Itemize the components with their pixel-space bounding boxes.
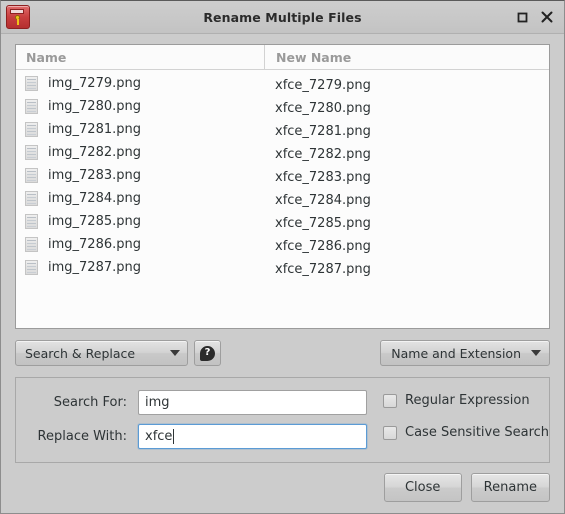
file-thumbnail-icon: [25, 168, 38, 183]
rename-multiple-files-window: Rename Multiple Files Name New Name img_…: [0, 0, 565, 514]
new-file-name-text: xfce_7287.png: [275, 262, 371, 277]
cell-new-name: xfce_7285.png: [264, 212, 549, 231]
rename-files-icon: [6, 5, 30, 29]
help-button[interactable]: ?: [194, 340, 221, 366]
cell-new-name: xfce_7280.png: [264, 97, 549, 116]
file-list-rows: img_7279.png xfce_7279.png img_7280.png xfc…: [16, 70, 549, 328]
cell-name: img_7285.png: [16, 214, 264, 229]
column-header-new-name[interactable]: New Name: [264, 45, 549, 69]
icon-key-stem-shape: [17, 19, 19, 25]
rename-scope-value: Name and Extension: [391, 345, 521, 361]
close-icon[interactable]: [540, 10, 554, 24]
window-title: Rename Multiple Files: [203, 9, 362, 25]
chevron-down-icon: [531, 350, 541, 356]
new-file-name-text: xfce_7286.png: [275, 239, 371, 254]
file-name-text: img_7280.png: [48, 99, 141, 114]
file-list[interactable]: Name New Name img_7279.png xfce_7279.png i…: [15, 44, 550, 329]
file-name-text: img_7282.png: [48, 145, 141, 160]
case-sensitive-search-checkbox[interactable]: Case Sensitive Search: [383, 425, 549, 440]
question-mark-icon: ?: [200, 345, 215, 361]
table-row[interactable]: img_7283.png xfce_7283.png: [16, 164, 549, 187]
cell-name: img_7281.png: [16, 122, 264, 137]
file-thumbnail-icon: [25, 76, 38, 91]
regular-expression-checkbox[interactable]: Regular Expression: [383, 393, 549, 408]
search-for-label: Search For:: [53, 395, 127, 410]
replace-with-row: Replace With: xfce: [28, 424, 367, 449]
table-row[interactable]: img_7282.png xfce_7282.png: [16, 141, 549, 164]
replace-with-input[interactable]: xfce: [138, 424, 367, 449]
file-name-text: img_7285.png: [48, 214, 141, 229]
cell-new-name: xfce_7279.png: [264, 74, 549, 93]
table-row[interactable]: img_7287.png xfce_7287.png: [16, 256, 549, 279]
titlebar: Rename Multiple Files: [1, 1, 564, 34]
replace-with-value: xfce: [145, 429, 173, 444]
file-name-text: img_7284.png: [48, 191, 141, 206]
search-for-row: Search For: img: [28, 390, 367, 415]
regular-expression-label: Regular Expression: [405, 393, 530, 408]
file-thumbnail-icon: [25, 260, 38, 275]
search-replace-group: Search For: img Replace With: xfce Regul…: [15, 377, 550, 463]
table-row[interactable]: img_7284.png xfce_7284.png: [16, 187, 549, 210]
close-button[interactable]: Close: [383, 473, 462, 502]
cell-new-name: xfce_7286.png: [264, 235, 549, 254]
search-for-input[interactable]: img: [138, 390, 367, 415]
icon-bar-shape: [10, 9, 24, 14]
maximize-icon[interactable]: [515, 10, 529, 24]
table-row[interactable]: img_7280.png xfce_7280.png: [16, 95, 549, 118]
file-thumbnail-icon: [25, 214, 38, 229]
cell-new-name: xfce_7282.png: [264, 143, 549, 162]
checkbox-icon: [383, 425, 397, 440]
search-replace-checkboxes: Regular Expression Case Sensitive Search: [383, 390, 549, 449]
cell-name: img_7279.png: [16, 76, 264, 91]
table-row[interactable]: img_7285.png xfce_7285.png: [16, 210, 549, 233]
cell-new-name: xfce_7287.png: [264, 258, 549, 277]
file-thumbnail-icon: [25, 237, 38, 252]
file-name-text: img_7286.png: [48, 237, 141, 252]
new-file-name-text: xfce_7284.png: [275, 193, 371, 208]
cell-name: img_7284.png: [16, 191, 264, 206]
file-name-text: img_7279.png: [48, 76, 141, 91]
new-file-name-text: xfce_7282.png: [275, 147, 371, 162]
cell-name: img_7286.png: [16, 237, 264, 252]
replace-with-label: Replace With:: [37, 429, 127, 444]
case-sensitive-search-label: Case Sensitive Search: [405, 425, 550, 440]
cell-new-name: xfce_7281.png: [264, 120, 549, 139]
table-row[interactable]: img_7281.png xfce_7281.png: [16, 118, 549, 141]
text-cursor: [173, 429, 175, 444]
file-thumbnail-icon: [25, 99, 38, 114]
new-file-name-text: xfce_7279.png: [275, 78, 371, 93]
chevron-down-icon: [170, 350, 180, 356]
table-row[interactable]: img_7279.png xfce_7279.png: [16, 72, 549, 95]
file-name-text: img_7283.png: [48, 168, 141, 183]
rename-mode-dropdown[interactable]: Search & Replace: [15, 340, 188, 366]
rename-scope-dropdown[interactable]: Name and Extension: [380, 340, 550, 366]
options-row: Search & Replace ? Name and Extension: [15, 340, 550, 366]
file-thumbnail-icon: [25, 122, 38, 137]
file-list-header: Name New Name: [16, 45, 549, 70]
cell-name: img_7287.png: [16, 260, 264, 275]
file-name-text: img_7287.png: [48, 260, 141, 275]
checkbox-icon: [383, 393, 397, 408]
file-thumbnail-icon: [25, 145, 38, 160]
rename-button[interactable]: Rename: [470, 473, 550, 502]
file-thumbnail-icon: [25, 191, 38, 206]
cell-new-name: xfce_7284.png: [264, 189, 549, 208]
rename-mode-value: Search & Replace: [25, 345, 136, 361]
new-file-name-text: xfce_7285.png: [275, 216, 371, 231]
new-file-name-text: xfce_7283.png: [275, 170, 371, 185]
cell-name: img_7282.png: [16, 145, 264, 160]
new-file-name-text: xfce_7281.png: [275, 124, 371, 139]
window-controls: [515, 10, 558, 24]
cell-new-name: xfce_7283.png: [264, 166, 549, 185]
cell-name: img_7283.png: [16, 168, 264, 183]
file-name-text: img_7281.png: [48, 122, 141, 137]
footer-buttons: Close Rename: [15, 463, 550, 502]
dialog-content: Name New Name img_7279.png xfce_7279.png i…: [1, 34, 564, 513]
search-replace-fields: Search For: img Replace With: xfce: [28, 390, 367, 449]
column-header-name[interactable]: Name: [16, 45, 264, 69]
cell-name: img_7280.png: [16, 99, 264, 114]
table-row[interactable]: img_7286.png xfce_7286.png: [16, 233, 549, 256]
search-for-value: img: [145, 395, 170, 410]
new-file-name-text: xfce_7280.png: [275, 101, 371, 116]
